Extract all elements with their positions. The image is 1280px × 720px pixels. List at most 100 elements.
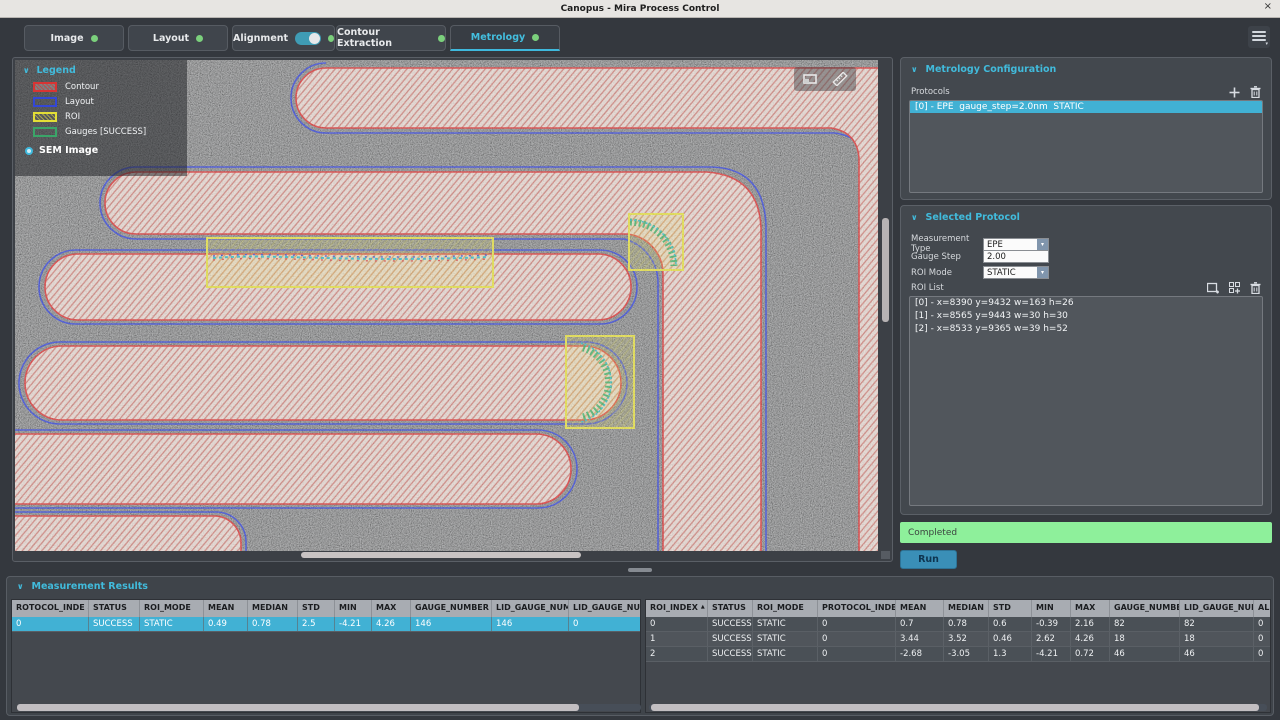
table-row[interactable]: 0 SUCCESS STATIC 0.49 0.78 2.5 -4.21 4.26 146 146… xyxy=(12,617,640,632)
table-cell: 0.78 xyxy=(248,617,298,631)
roi-list-item[interactable]: [1] - x=8565 y=9443 w=30 h=30 xyxy=(910,310,1262,323)
horizontal-scroll-thumb[interactable] xyxy=(301,552,581,558)
column-header-gauge-number[interactable]: GAUGE_NUMBER xyxy=(411,600,492,617)
table-cell: -4.21 xyxy=(335,617,372,631)
protocol-list-item[interactable]: [0] - EPE gauge_step=2.0nm STATIC xyxy=(910,101,1262,113)
column-header-mean[interactable]: MEAN xyxy=(204,600,248,617)
chevron-down-icon: ▾ xyxy=(1037,238,1048,250)
roi-list-item[interactable]: [2] - x=8533 y=9365 w=39 h=52 xyxy=(910,323,1262,336)
yellow-hatch-swatch xyxy=(33,112,57,122)
roi-mode-select[interactable]: STATIC ▾ xyxy=(983,266,1049,279)
table-cell: 0 xyxy=(818,617,896,631)
table-cell: 0.49 xyxy=(204,617,248,631)
status-dot xyxy=(196,34,204,42)
vertical-scroll-thumb[interactable] xyxy=(882,218,889,322)
column-header-median[interactable]: MEDIAN xyxy=(248,600,298,617)
hamburger-menu-icon[interactable]: ▾ xyxy=(1248,26,1270,48)
table-cell: 146 xyxy=(492,617,569,631)
column-header-max[interactable]: MAX xyxy=(1071,600,1110,617)
legend-item-layout[interactable]: Layout xyxy=(33,97,179,107)
column-header-alid[interactable]: ALID xyxy=(1254,600,1270,617)
table-cell: 18 xyxy=(1180,632,1254,646)
add-protocol-icon[interactable] xyxy=(1227,85,1242,99)
table-row[interactable]: 0 SUCCESS STATIC 0 0.7 0.78 0.6 -0.39 2.16 82 82 0 xyxy=(646,617,1270,632)
tab-image[interactable]: Image xyxy=(24,25,124,51)
gauge-step-input[interactable]: 2.00 xyxy=(983,250,1049,263)
measurement-results-header[interactable]: ∨ Measurement Results xyxy=(7,577,1273,592)
column-header-rotocol-inde[interactable]: ROTOCOL_INDE▲ xyxy=(12,600,89,617)
add-roi-grid-icon[interactable] xyxy=(1227,281,1242,295)
legend-title[interactable]: ∨ Legend xyxy=(23,65,179,76)
legend-item-contour[interactable]: Contour xyxy=(33,82,179,92)
column-header-std[interactable]: STD xyxy=(298,600,335,617)
measurement-type-select[interactable]: EPE ▾ xyxy=(983,237,1049,251)
metrology-configuration-header[interactable]: ∨ Metrology Configuration xyxy=(901,58,1271,75)
right-table-scroll-thumb[interactable] xyxy=(651,704,1259,711)
run-button[interactable]: Run xyxy=(900,550,957,569)
legend-item-label: Gauges [SUCCESS] xyxy=(65,127,147,137)
column-header-mean[interactable]: MEAN xyxy=(896,600,944,617)
column-header-protocol-index[interactable]: PROTOCOL_INDEX xyxy=(818,600,896,617)
column-header-status[interactable]: STATUS xyxy=(89,600,140,617)
table-cell: 4.26 xyxy=(1071,632,1110,646)
table-row[interactable]: 2 SUCCESS STATIC 0 -2.68 -3.05 1.3 -4.21 0.72 46 4… xyxy=(646,647,1270,662)
close-icon[interactable]: × xyxy=(1264,1,1272,12)
column-header-lid-gauge-nume[interactable]: LID_GAUGE_NUME xyxy=(492,600,569,617)
gauge-step-label: Gauge Step xyxy=(911,251,961,262)
column-header-std[interactable]: STD xyxy=(989,600,1032,617)
alignment-toggle[interactable] xyxy=(295,31,321,45)
table-row[interactable]: 1 SUCCESS STATIC 0 3.44 3.52 0.46 2.62 4.26 18 18 0 xyxy=(646,632,1270,647)
tab-alignment[interactable]: Alignment xyxy=(232,25,335,51)
table-cell: 46 xyxy=(1180,647,1254,661)
tab-label: Metrology xyxy=(470,32,526,43)
column-header-min[interactable]: MIN xyxy=(1032,600,1071,617)
scrollbar-corner xyxy=(881,551,890,559)
column-header-status[interactable]: STATUS xyxy=(708,600,753,617)
delete-protocol-trash-icon[interactable] xyxy=(1248,85,1263,99)
column-header-min[interactable]: MIN xyxy=(335,600,372,617)
column-header-roi-mode[interactable]: ROI_MODE xyxy=(140,600,204,617)
roi-mode-label: ROI Mode xyxy=(911,267,952,278)
table-cell: 46 xyxy=(1110,647,1180,661)
tab-label: Contour Extraction xyxy=(337,27,392,49)
column-header-roi-mode[interactable]: ROI_MODE xyxy=(753,600,818,617)
tab-layout[interactable]: Layout xyxy=(128,25,228,51)
column-header-gauge-number[interactable]: GAUGE_NUMBER xyxy=(1110,600,1180,617)
table-cell: 0 xyxy=(818,647,896,661)
left-table-hscrollbar xyxy=(17,704,641,711)
selected-protocol-header[interactable]: ∨ Selected Protocol xyxy=(901,206,1271,223)
legend-item-roi[interactable]: ROI xyxy=(33,112,179,122)
chevron-down-icon: ∨ xyxy=(17,582,24,591)
table-cell: STATIC xyxy=(753,617,818,631)
sort-ascending-icon: ▲ xyxy=(700,604,705,610)
column-header-lid-gauge-num-a[interactable]: LID_GAUGE_NUM A xyxy=(569,600,640,617)
protocols-label: Protocols xyxy=(911,87,950,97)
left-table-scroll-thumb[interactable] xyxy=(17,704,579,711)
chevron-down-icon: ▾ xyxy=(1037,267,1048,278)
add-roi-icon[interactable] xyxy=(1206,281,1221,295)
select-region-icon[interactable] xyxy=(798,70,822,88)
table-cell: 0 xyxy=(1254,632,1270,646)
column-header-max[interactable]: MAX xyxy=(372,600,411,617)
column-header-roi-index[interactable]: ROI_INDEX ▲ xyxy=(646,600,708,617)
table-cell: 1 xyxy=(646,632,708,646)
legend-item-label: Layout xyxy=(65,97,94,107)
table-cell: 0.7 xyxy=(896,617,944,631)
splitter-handle[interactable] xyxy=(628,568,652,572)
sem-canvas[interactable]: ∨ Legend Contour Layout ROI Gauges [SUCCESS]… xyxy=(15,60,878,552)
toggle-knob xyxy=(308,32,320,44)
metrology-configuration-panel: ∨ Metrology Configuration Protocols [0] -… xyxy=(900,57,1272,200)
legend-item-gauges[interactable]: Gauges [SUCCESS] xyxy=(33,127,179,137)
measure-ruler-icon[interactable] xyxy=(828,70,852,88)
column-header-median[interactable]: MEDIAN xyxy=(944,600,989,617)
application-window: Canopus - Mira Process Control × ▾ Image… xyxy=(0,0,1280,720)
delete-roi-trash-icon[interactable] xyxy=(1248,281,1263,295)
tab-metrology[interactable]: Metrology xyxy=(450,25,560,51)
roi-results-table: ROI_INDEX ▲ STATUS ROI_MODE PROTOCOL_INDEX ME… xyxy=(645,599,1271,713)
column-header-lid-gauge-numb[interactable]: LID_GAUGE_NUMB xyxy=(1180,600,1254,617)
tab-contour-extraction[interactable]: Contour Extraction xyxy=(336,25,446,51)
tab-strip: ▾ Image Layout Alignment Contour Extraction… xyxy=(0,18,1280,54)
window-title: Canopus - Mira Process Control xyxy=(560,3,720,14)
legend-item-sem-image[interactable]: SEM Image xyxy=(25,145,179,156)
roi-list-item[interactable]: [0] - x=8390 y=9432 w=163 h=26 xyxy=(910,297,1262,310)
